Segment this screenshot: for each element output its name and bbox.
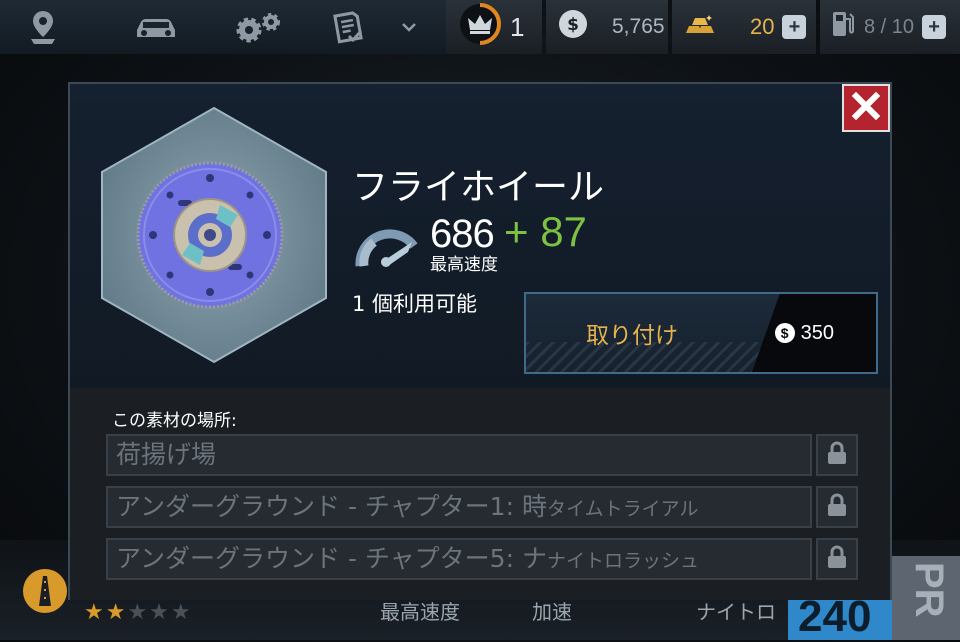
- stat-bonus: + 87: [504, 208, 587, 255]
- pr-label: PR: [907, 562, 951, 618]
- more-button[interactable]: [390, 0, 428, 54]
- gears-icon: [233, 10, 283, 44]
- fuel-counter[interactable]: 8 / 10 +: [820, 0, 960, 54]
- close-x-icon: [851, 91, 881, 125]
- rank-badge-icon: [22, 568, 68, 618]
- svg-text:$: $: [567, 15, 579, 35]
- bg-nitro-label: ナイトロ: [696, 602, 776, 624]
- buy-fuel-button[interactable]: +: [922, 15, 947, 39]
- location-name: 荷揚げ場: [106, 434, 812, 476]
- bg-speed-label: 最高速度: [380, 602, 460, 624]
- install-button[interactable]: 取り付け $ 350: [524, 292, 878, 374]
- lock-button[interactable]: [816, 434, 858, 476]
- upgrades-button[interactable]: [210, 0, 306, 54]
- cash-counter[interactable]: $ 5,765: [546, 0, 668, 54]
- crown-counter[interactable]: 1: [446, 0, 542, 54]
- gold-value: 20: [750, 14, 775, 39]
- install-cost-value: 350: [800, 321, 834, 344]
- location-row[interactable]: アンダーグラウンド - チャプター1: 時タイムトライアル: [106, 486, 858, 528]
- dollar-coin-icon: $: [558, 9, 588, 45]
- part-detail-modal: フライホイール 686 + 87 最高速度 1 個利用可能 取り付け $ 350…: [68, 82, 892, 600]
- bg-accel-label: 加速: [532, 602, 572, 624]
- map-button[interactable]: [0, 0, 86, 54]
- gold-counter[interactable]: 20 +: [672, 0, 816, 54]
- part-name: フライホイール: [352, 167, 605, 208]
- lock-button[interactable]: [816, 486, 858, 528]
- cash-value: 5,765: [612, 15, 665, 38]
- install-label: 取り付け: [586, 323, 678, 349]
- gold-bars-icon: [684, 13, 716, 41]
- install-cost: $ 350: [752, 294, 876, 372]
- crown-icon: [458, 2, 502, 52]
- map-pin-icon: [27, 9, 59, 45]
- crown-value: 1: [510, 11, 525, 42]
- locations-title: この素材の場所:: [112, 411, 237, 431]
- lock-icon: [827, 545, 847, 573]
- car-icon: [133, 14, 179, 40]
- chevron-down-icon: [401, 22, 417, 32]
- location-name: アンダーグラウンド - チャプター1: 時タイムトライアル: [106, 486, 812, 528]
- lock-icon: [827, 441, 847, 469]
- buy-gold-button[interactable]: +: [782, 15, 807, 39]
- available-count: 1 個利用可能: [352, 292, 478, 316]
- checklist-icon: [331, 10, 365, 44]
- lock-icon: [827, 493, 847, 521]
- speedometer-icon: [352, 218, 422, 274]
- location-row[interactable]: アンダーグラウンド - チャプター5: ナナイトロラッシュ: [106, 538, 858, 580]
- flywheel-icon: [101, 106, 327, 364]
- close-button[interactable]: [842, 84, 890, 132]
- star-rating-icon: ★★★★★: [84, 600, 193, 625]
- location-name: アンダーグラウンド - チャプター5: ナナイトロラッシュ: [106, 538, 812, 580]
- top-bar: 1 $ 5,765 20 + 8 / 10 +: [0, 0, 960, 58]
- fuel-pump-icon: [830, 9, 856, 45]
- dollar-coin-icon: $: [774, 323, 795, 343]
- garage-button[interactable]: [108, 0, 204, 54]
- lock-button[interactable]: [816, 538, 858, 580]
- tasks-button[interactable]: [312, 0, 384, 54]
- part-image: [98, 104, 330, 366]
- location-row[interactable]: 荷揚げ場: [106, 434, 858, 476]
- stat-label: 最高速度: [430, 255, 498, 275]
- fuel-value: 8 / 10: [864, 15, 915, 38]
